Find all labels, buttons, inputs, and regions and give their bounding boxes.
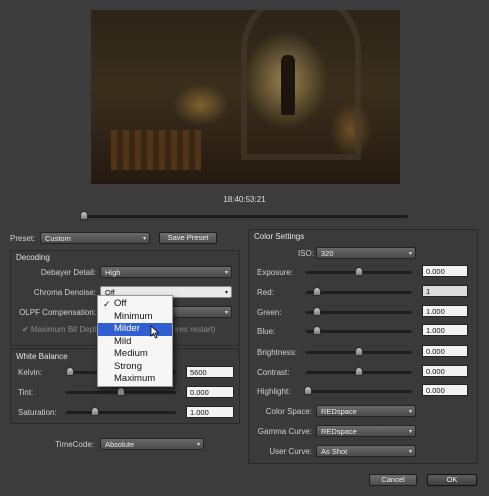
- debayer-dropdown[interactable]: High ▾: [100, 266, 232, 278]
- menu-item-mild[interactable]: Mild: [98, 336, 172, 349]
- brightness-slider-handle[interactable]: [355, 347, 363, 356]
- kelvin-label: Kelvin:: [18, 368, 43, 377]
- menu-item-medium[interactable]: Medium: [98, 348, 172, 361]
- chevron-down-icon: ▾: [224, 310, 228, 316]
- saturation-label: Saturation:: [18, 408, 57, 417]
- exposure-input[interactable]: 0.000: [422, 265, 468, 277]
- chevron-down-icon: ▾: [224, 270, 228, 276]
- menu-item-maximum[interactable]: Maximum: [98, 373, 172, 386]
- olpf-label: OLPF Compensation:: [19, 308, 96, 317]
- chevron-down-icon: ▾: [224, 290, 228, 296]
- highlight-slider-handle[interactable]: [304, 386, 312, 395]
- green-input[interactable]: 1.000: [422, 305, 468, 317]
- timecode-dropdown[interactable]: Absolute ▾: [100, 438, 204, 450]
- tint-label: Tint:: [18, 388, 34, 397]
- user-curve-label: User Curve:: [269, 447, 312, 456]
- cancel-button[interactable]: Cancel: [369, 474, 417, 486]
- chroma-denoise-label: Chroma Denoise:: [33, 288, 96, 297]
- gamma-curve-dropdown[interactable]: REDspace ▾: [316, 425, 416, 437]
- brightness-input[interactable]: 0.000: [422, 345, 468, 357]
- tint-input[interactable]: 0.000: [186, 386, 234, 398]
- iso-dropdown[interactable]: 320 ▾: [316, 247, 416, 259]
- chroma-denoise-menu: ✓ Off Minimum Milder Mild Medium Strong M…: [97, 295, 173, 387]
- pointer-arrow-icon: [150, 325, 160, 339]
- red-slider[interactable]: [306, 291, 412, 294]
- exposure-slider-handle[interactable]: [355, 267, 363, 276]
- save-preset-button[interactable]: Save Preset: [159, 232, 217, 244]
- blue-label: Blue:: [257, 327, 276, 336]
- kelvin-slider-handle[interactable]: [66, 367, 74, 376]
- color-space-label: Color Space:: [265, 407, 312, 416]
- highlight-input[interactable]: 0.000: [422, 384, 468, 396]
- menu-item-milder[interactable]: Milder: [98, 323, 172, 336]
- white-balance-title: White Balance: [16, 352, 68, 361]
- color-settings-title: Color Settings: [254, 232, 305, 241]
- timeline-scrubber[interactable]: [80, 215, 408, 218]
- highlight-slider[interactable]: [306, 390, 412, 393]
- video-preview: [91, 10, 400, 184]
- user-curve-dropdown[interactable]: As Shot ▾: [316, 445, 416, 457]
- menu-item-off[interactable]: ✓ Off: [98, 298, 172, 311]
- green-slider-handle[interactable]: [313, 307, 321, 316]
- max-bit-depth-checkbox[interactable]: ✔ Maximum Bit Depth: [22, 325, 101, 334]
- chevron-down-icon: ▾: [408, 449, 412, 455]
- iso-label: ISO:: [297, 249, 314, 258]
- menu-item-minimum[interactable]: Minimum: [98, 311, 172, 324]
- preset-label: Preset:: [10, 234, 36, 243]
- scrubber-handle[interactable]: [80, 211, 88, 220]
- saturation-slider-handle[interactable]: [91, 407, 99, 416]
- green-label: Green:: [257, 308, 282, 317]
- saturation-slider[interactable]: [66, 411, 176, 414]
- chevron-down-icon: ▾: [408, 251, 412, 257]
- chevron-down-icon: ▾: [408, 429, 412, 435]
- contrast-label: Contrast:: [257, 368, 290, 377]
- chevron-down-icon: ▾: [196, 442, 200, 448]
- checkmark-icon: ✓: [103, 299, 111, 309]
- red-slider-handle[interactable]: [313, 287, 321, 296]
- brightness-label: Brightness:: [257, 348, 298, 357]
- tint-slider-handle[interactable]: [117, 387, 125, 396]
- olpf-dropdown[interactable]: ▾: [170, 306, 232, 318]
- contrast-slider-handle[interactable]: [355, 367, 363, 376]
- highlight-label: Highlight:: [257, 387, 291, 396]
- green-slider[interactable]: [306, 311, 412, 314]
- timecode-label: TimeCode:: [55, 440, 94, 449]
- chevron-down-icon: ▾: [142, 236, 146, 242]
- blue-slider[interactable]: [306, 330, 412, 333]
- ok-button[interactable]: OK: [427, 474, 477, 486]
- red-input[interactable]: 1: [422, 285, 468, 297]
- timecode-display: 18:40:53:21: [223, 195, 266, 204]
- gamma-curve-label: Gamma Curve:: [257, 427, 312, 436]
- contrast-input[interactable]: 0.000: [422, 365, 468, 377]
- debayer-label: Debayer Detail:: [40, 268, 96, 277]
- chevron-down-icon: ▾: [408, 409, 412, 415]
- menu-item-strong[interactable]: Strong: [98, 361, 172, 374]
- restart-note: ires restart): [175, 325, 216, 334]
- kelvin-input[interactable]: 5600: [186, 366, 234, 378]
- preset-dropdown[interactable]: Custom ▾: [40, 232, 150, 244]
- decoding-title: Decoding: [16, 253, 50, 262]
- red-label: Red:: [257, 288, 274, 297]
- saturation-input[interactable]: 1.000: [186, 406, 234, 418]
- color-space-dropdown[interactable]: REDspace ▾: [316, 405, 416, 417]
- blue-slider-handle[interactable]: [313, 326, 321, 335]
- blue-input[interactable]: 1.000: [422, 324, 468, 336]
- exposure-label: Exposure:: [257, 268, 294, 277]
